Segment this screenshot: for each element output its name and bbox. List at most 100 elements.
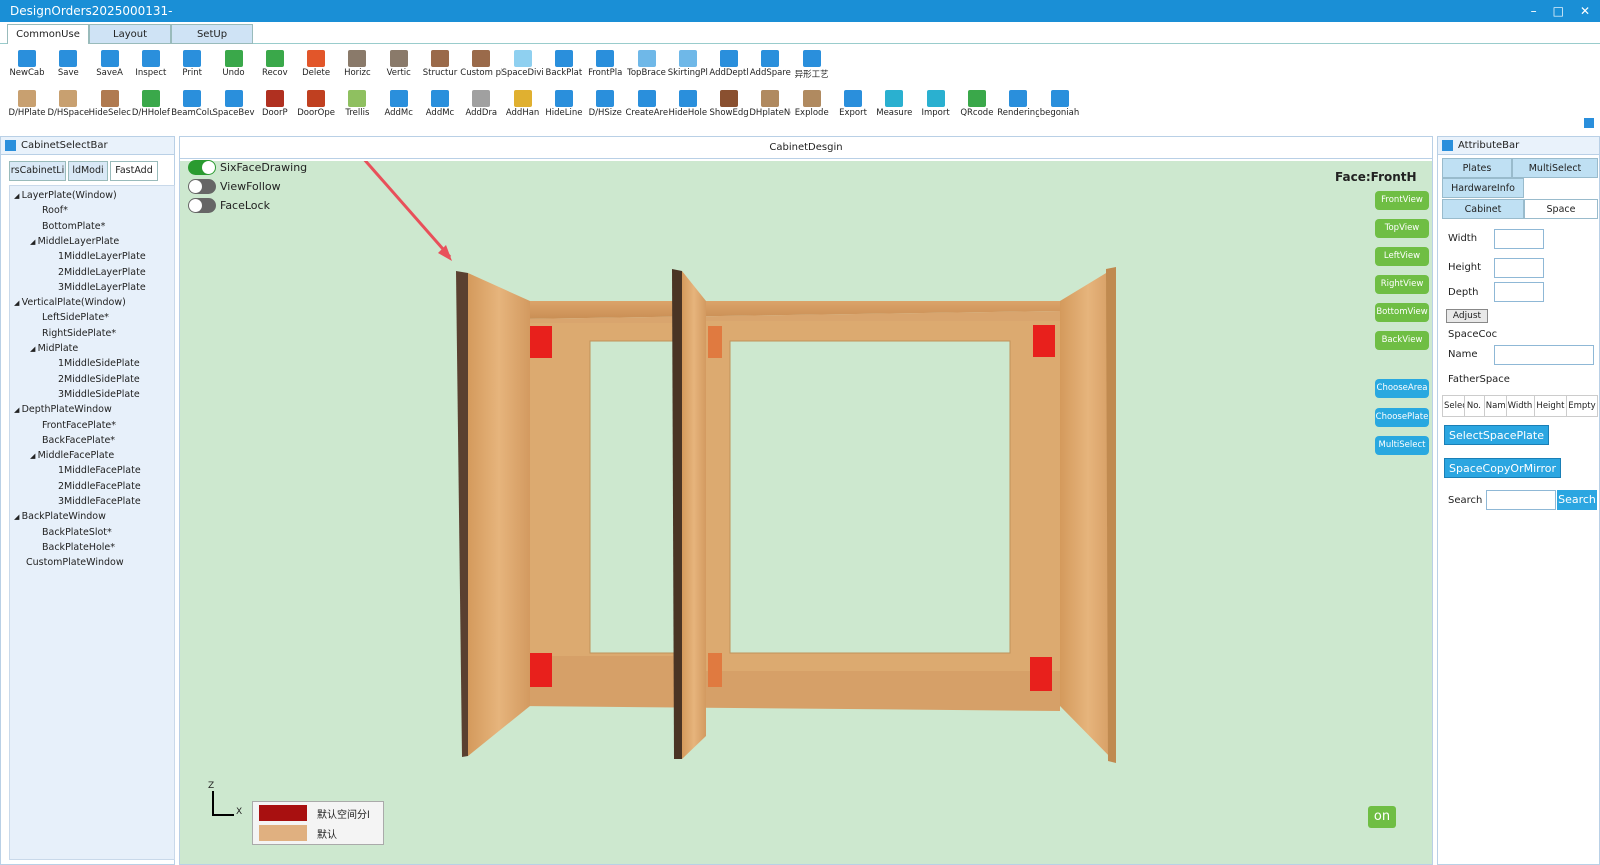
dh-hole-button[interactable]: D/HHolef: [130, 86, 172, 124]
hide-line-button[interactable]: HideLine: [543, 86, 585, 124]
tree-node[interactable]: 3MiddleSidePlate: [46, 389, 140, 400]
tab-setup[interactable]: SetUp: [171, 24, 253, 44]
special-process-button[interactable]: 异形工艺: [791, 46, 833, 84]
export-button[interactable]: Export: [832, 86, 874, 124]
qrcode-button[interactable]: QRcode: [956, 86, 998, 124]
3d-viewport[interactable]: SixFaceDrawing ViewFollow FaceLock Face:…: [180, 160, 1432, 864]
undo-button[interactable]: Undo: [213, 46, 255, 84]
search-button[interactable]: Search: [1557, 490, 1597, 510]
new-cabinet-button[interactable]: NewCab: [6, 46, 48, 84]
add-module-2-button[interactable]: AddMc: [419, 86, 461, 124]
add-drawer-button[interactable]: AddDra: [460, 86, 502, 124]
tree-node[interactable]: RightSidePlate*: [30, 328, 116, 339]
tree-node[interactable]: ◢ DepthPlateWindow: [14, 404, 112, 415]
tab-layout[interactable]: Layout: [89, 24, 171, 44]
show-edge-button[interactable]: ShowEdg: [708, 86, 750, 124]
print-button[interactable]: Print: [171, 46, 213, 84]
tree-node[interactable]: ◢ MiddleLayerPlate: [30, 236, 119, 247]
tree-node[interactable]: 2MiddleSidePlate: [46, 374, 140, 385]
vertical-button[interactable]: Vertic: [378, 46, 420, 84]
tree-node[interactable]: ◢ LayerPlate(Window): [14, 190, 117, 201]
tab-plates[interactable]: Plates: [1442, 158, 1512, 178]
width-input[interactable]: [1494, 229, 1544, 249]
save-button[interactable]: Save: [47, 46, 89, 84]
space-copy-mirror-button[interactable]: SpaceCopyOrMirror: [1444, 458, 1562, 478]
tab-multiselect[interactable]: MultiSelect: [1512, 158, 1598, 178]
tree-node[interactable]: 1MiddleFacePlate: [46, 465, 141, 476]
front-plate-button[interactable]: FrontPla: [584, 46, 626, 84]
depth-input[interactable]: [1494, 282, 1544, 302]
skirting-plate-button[interactable]: SkirtingPl: [667, 46, 709, 84]
tree-node[interactable]: 2MiddleLayerPlate: [46, 267, 146, 278]
tab-fastadd[interactable]: FastAdd: [110, 161, 158, 181]
tree-node[interactable]: CustomPlateWindow: [14, 557, 124, 568]
tree-node[interactable]: 3MiddleLayerPlate: [46, 282, 146, 293]
dh-space-button[interactable]: D/HSpace: [47, 86, 89, 124]
name-input[interactable]: [1494, 345, 1594, 365]
custom-plate-button[interactable]: Custom pl: [460, 46, 502, 84]
tree-node[interactable]: ◢ MidPlate: [30, 343, 78, 354]
add-module-button[interactable]: AddMc: [378, 86, 420, 124]
create-area-button[interactable]: CreateAre: [626, 86, 668, 124]
tree-node[interactable]: BackPlateSlot*: [30, 527, 112, 538]
rendering-button[interactable]: Rendering: [997, 86, 1039, 124]
add-spare-button[interactable]: AddSpare: [749, 46, 791, 84]
tree-node[interactable]: ◢ VerticalPlate(Window): [14, 297, 126, 308]
grid-icon[interactable]: [1584, 118, 1594, 128]
tree-node[interactable]: FrontFacePlate*: [30, 420, 116, 431]
horizontal-button[interactable]: Horizc: [336, 46, 378, 84]
measure-button[interactable]: Measure: [873, 86, 915, 124]
tab-modify[interactable]: ldModi: [68, 161, 108, 181]
tree-node[interactable]: BackPlateHole*: [30, 542, 115, 553]
structure-button[interactable]: Structur: [419, 46, 461, 84]
height-input[interactable]: [1494, 258, 1544, 278]
expand-arrow-icon[interactable]: ◢: [14, 299, 22, 307]
tab-cabinet[interactable]: Cabinet: [1442, 199, 1524, 219]
delete-button[interactable]: Delete: [295, 46, 337, 84]
expand-arrow-icon[interactable]: ◢: [14, 513, 22, 521]
minimize-button[interactable]: –: [1531, 0, 1537, 22]
import-button[interactable]: Import: [915, 86, 957, 124]
space-bevel-button[interactable]: SpaceBev: [213, 86, 255, 124]
top-brace-button[interactable]: TopBrace: [626, 46, 668, 84]
dh-plate-no-button[interactable]: DHplateNo: [749, 86, 791, 124]
door-open-button[interactable]: DoorOpe: [295, 86, 337, 124]
tab-commonuse[interactable]: CommonUse: [7, 24, 89, 44]
space-divide-button[interactable]: SpaceDivic: [502, 46, 544, 84]
expand-arrow-icon[interactable]: ◢: [14, 406, 22, 414]
expand-arrow-icon[interactable]: ◢: [30, 238, 38, 246]
tab-hardwareinfo[interactable]: HardwareInfo: [1442, 178, 1524, 198]
search-input[interactable]: [1486, 490, 1556, 510]
close-button[interactable]: ✕: [1580, 0, 1590, 22]
tab-cabinet-list[interactable]: rsCabinetLi: [9, 161, 66, 181]
door-panel-button[interactable]: DoorP: [254, 86, 296, 124]
tree-node[interactable]: LeftSidePlate*: [30, 312, 109, 323]
tree-node[interactable]: BackFacePlate*: [30, 435, 115, 446]
tree-node[interactable]: 1MiddleLayerPlate: [46, 251, 146, 262]
explode-button[interactable]: Explode: [791, 86, 833, 124]
tree-node[interactable]: 2MiddleFacePlate: [46, 481, 141, 492]
save-as-button[interactable]: SaveA: [89, 46, 131, 84]
back-plate-button[interactable]: BackPlat: [543, 46, 585, 84]
dh-size-button[interactable]: D/HSize: [584, 86, 626, 124]
cabinet-3d-model[interactable]: [180, 161, 1432, 864]
tree-node[interactable]: ◢ BackPlateWindow: [14, 511, 106, 522]
hide-hole-button[interactable]: HideHole: [667, 86, 709, 124]
tab-space[interactable]: Space: [1524, 199, 1598, 219]
expand-arrow-icon[interactable]: ◢: [14, 192, 22, 200]
beam-column-button[interactable]: BeamColu: [171, 86, 213, 124]
tree-node[interactable]: Roof*: [30, 205, 68, 216]
expand-arrow-icon[interactable]: ◢: [30, 345, 38, 353]
tree-node[interactable]: BottomPlate*: [30, 221, 105, 232]
maximize-button[interactable]: □: [1553, 0, 1564, 22]
hide-select-button[interactable]: HideSelec: [89, 86, 131, 124]
redo-button[interactable]: Recov: [254, 46, 296, 84]
adjust-button[interactable]: Adjust: [1446, 309, 1488, 323]
trellis-button[interactable]: Trellis: [336, 86, 378, 124]
add-handle-button[interactable]: AddHan: [502, 86, 544, 124]
tree-node[interactable]: ◢ MiddleFacePlate: [30, 450, 114, 461]
dh-plate-button[interactable]: D/HPlate: [6, 86, 48, 124]
expand-arrow-icon[interactable]: ◢: [30, 452, 38, 460]
tree-node[interactable]: 3MiddleFacePlate: [46, 496, 141, 507]
tree-node[interactable]: 1MiddleSidePlate: [46, 358, 140, 369]
